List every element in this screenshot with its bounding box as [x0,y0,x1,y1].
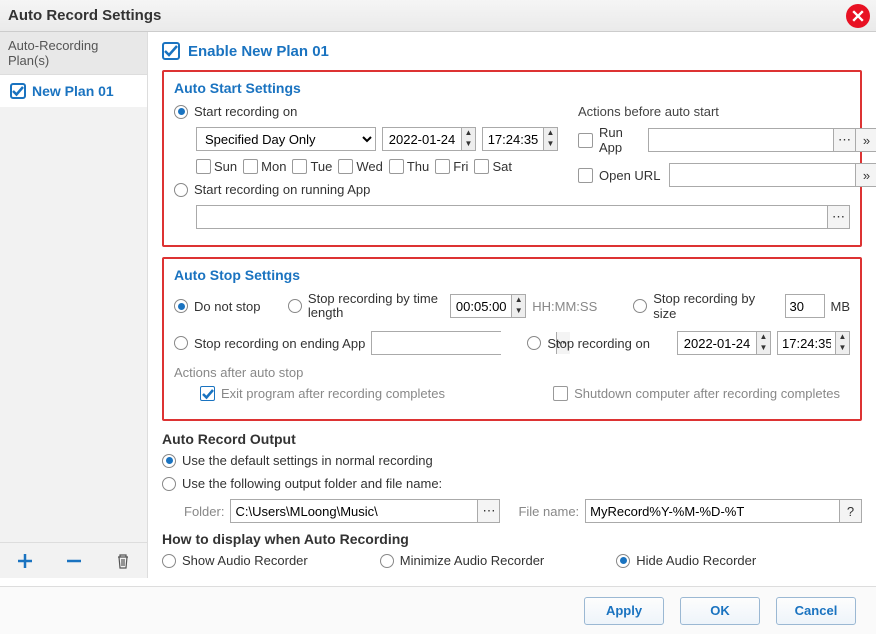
display-title: How to display when Auto Recording [162,531,862,547]
stop-on-ending-app-radio[interactable] [174,336,188,350]
auto-start-title: Auto Start Settings [174,80,850,96]
sidebar-toolbar [0,542,147,578]
run-app-go-button[interactable]: » [855,129,876,151]
running-app-field[interactable]: ⋯ [196,205,850,229]
sidebar: Auto-Recording Plan(s) New Plan 01 [0,32,148,578]
sidebar-item-plan[interactable]: New Plan 01 [0,75,147,107]
days-row: Sun Mon Tue Wed Thu Fri Sat [196,159,558,174]
enable-plan-checkbox[interactable] [162,42,180,60]
remove-plan-button[interactable] [65,552,83,570]
add-plan-button[interactable] [16,552,34,570]
output-section: Auto Record Output Use the default setti… [162,431,862,523]
actions-before-label: Actions before auto start [578,104,876,119]
auto-stop-section: Auto Stop Settings Do not stop Stop reco… [162,257,862,421]
run-app-field[interactable]: ⋯ » [648,128,876,152]
filename-help-button[interactable]: ? [839,500,861,522]
do-not-stop-radio[interactable] [174,299,188,313]
day-mon-checkbox[interactable] [243,159,258,174]
enable-plan-label: Enable New Plan 01 [188,43,329,60]
open-url-go-button[interactable]: » [855,164,876,186]
run-app-label: Run App [599,125,642,155]
start-mode-select[interactable]: Specified Day Only [196,127,376,151]
apply-button[interactable]: Apply [584,597,664,625]
ok-button[interactable]: OK [680,597,760,625]
open-url-label: Open URL [599,168,663,183]
main-panel: Enable New Plan 01 Auto Start Settings S… [148,32,876,578]
display-hide-radio[interactable] [616,554,630,568]
start-on-app-label: Start recording on running App [194,182,370,197]
day-fri-checkbox[interactable] [435,159,450,174]
folder-field[interactable]: ⋯ [230,499,500,523]
display-show-radio[interactable] [162,554,176,568]
day-wed-checkbox[interactable] [338,159,353,174]
filename-field[interactable]: ? [585,499,862,523]
start-time-field[interactable]: ▲▼ [482,127,558,151]
stop-by-size-radio[interactable] [633,299,647,313]
open-url-field[interactable]: » [669,163,876,187]
close-icon [852,10,864,22]
running-app-browse-button[interactable]: ⋯ [827,206,849,228]
auto-start-section: Auto Start Settings Start recording on S… [162,70,862,247]
start-on-radio[interactable] [174,105,188,119]
plan-label: New Plan 01 [32,83,114,99]
stop-date-field[interactable]: ▲▼ [677,331,771,355]
shutdown-checkbox[interactable] [553,386,568,401]
start-on-label: Start recording on [194,104,297,119]
display-minimize-radio[interactable] [380,554,394,568]
titlebar: Auto Record Settings [0,0,876,32]
day-thu-checkbox[interactable] [389,159,404,174]
close-button[interactable] [846,4,870,28]
cancel-button[interactable]: Cancel [776,597,856,625]
day-sun-checkbox[interactable] [196,159,211,174]
use-custom-radio[interactable] [162,477,176,491]
start-on-app-radio[interactable] [174,183,188,197]
ending-app-field[interactable]: ⋯ [371,331,501,355]
sidebar-header: Auto-Recording Plan(s) [0,32,147,75]
plan-checkbox[interactable] [10,83,26,99]
stop-by-length-radio[interactable] [288,299,302,313]
exit-program-checkbox[interactable] [200,386,215,401]
stop-time-field[interactable]: ▲▼ [777,331,850,355]
auto-stop-title: Auto Stop Settings [174,267,850,283]
run-app-checkbox[interactable] [578,133,593,148]
day-tue-checkbox[interactable] [292,159,307,174]
dialog-footer: Apply OK Cancel [0,586,876,634]
actions-after-label: Actions after auto stop [174,365,850,380]
folder-browse-button[interactable]: ⋯ [477,500,499,522]
use-default-radio[interactable] [162,454,176,468]
display-section: How to display when Auto Recording Show … [162,531,862,568]
output-title: Auto Record Output [162,431,862,447]
stop-length-field[interactable]: ▲▼ [450,294,526,318]
start-date-field[interactable]: ▲▼ [382,127,476,151]
open-url-checkbox[interactable] [578,168,593,183]
day-sat-checkbox[interactable] [474,159,489,174]
window-title: Auto Record Settings [8,7,161,24]
stop-size-field[interactable] [785,294,825,318]
run-app-browse-button[interactable]: ⋯ [833,129,855,151]
delete-plan-button[interactable] [115,553,131,569]
